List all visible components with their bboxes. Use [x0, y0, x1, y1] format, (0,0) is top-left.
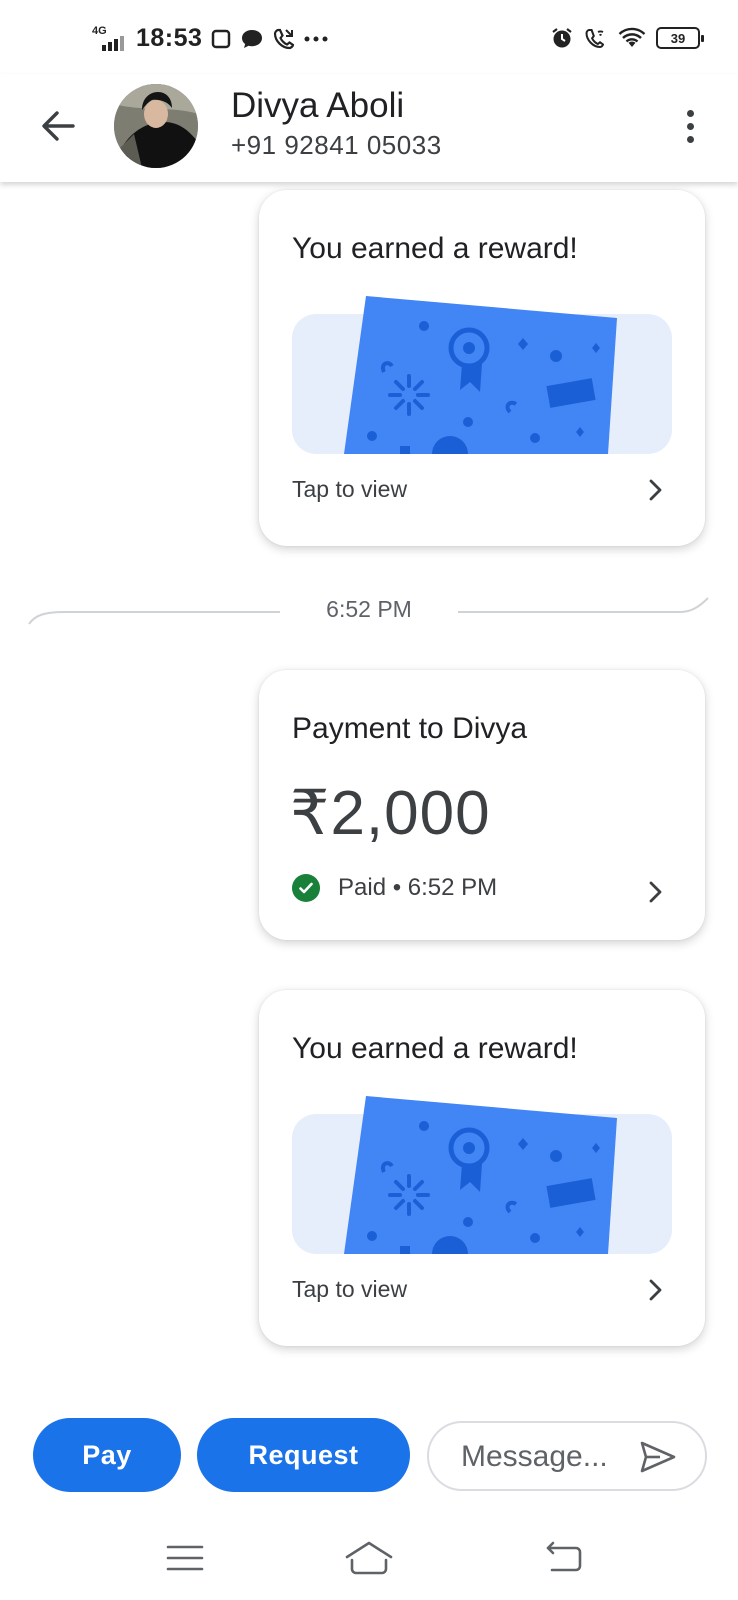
- payment-status-row: Paid • 6:52 PM: [292, 874, 497, 902]
- recents-button[interactable]: [157, 1534, 213, 1582]
- chevron-right-icon: [649, 1279, 662, 1301]
- time-divider: 6:52 PM: [0, 580, 738, 640]
- payment-amount: ₹2,000: [290, 779, 491, 848]
- payment-title: Payment to Divya: [292, 712, 528, 745]
- payment-status: Paid • 6:52 PM: [338, 874, 498, 901]
- wifi-calling-icon: [585, 29, 605, 49]
- pay-button[interactable]: Pay: [33, 1418, 181, 1492]
- message-placeholder: Message...: [461, 1440, 608, 1473]
- back-button[interactable]: [36, 104, 80, 148]
- payment-card[interactable]: Payment to Divya ₹2,000 Paid • 6:52 PM: [259, 670, 705, 940]
- send-icon[interactable]: [639, 1439, 677, 1475]
- contact-phone: +91 92841 05033: [231, 130, 442, 160]
- request-button[interactable]: Request: [197, 1418, 410, 1492]
- alarm-icon: [552, 28, 572, 48]
- chevron-right-icon: [649, 479, 662, 501]
- back-nav-button[interactable]: [536, 1534, 592, 1582]
- divider-time: 6:52 PM: [326, 596, 412, 622]
- more-notifications-icon: [304, 36, 328, 41]
- chevron-right-icon: [649, 881, 662, 903]
- reward-title: You earned a reward!: [292, 1032, 578, 1065]
- menu-icon: [166, 1545, 204, 1571]
- reward-card[interactable]: You earned a reward! Tap to view: [259, 190, 705, 546]
- status-time: 18:53: [136, 24, 203, 52]
- avatar-photo: [114, 84, 198, 168]
- home-icon: [345, 1541, 393, 1575]
- status-bar-left: 4G 18:53: [92, 24, 328, 53]
- arrow-left-icon: [42, 111, 75, 141]
- status-bar: 4G 18:53 39: [0, 0, 738, 74]
- cellular-signal-icon: 4G: [92, 25, 128, 53]
- back-icon: [546, 1541, 582, 1572]
- screenshot-icon: [212, 29, 231, 48]
- more-vert-icon: [686, 109, 694, 117]
- battery-icon: 39: [656, 27, 704, 49]
- battery-level: 39: [670, 30, 686, 46]
- missed-call-icon: [274, 28, 295, 49]
- contact-avatar[interactable]: [114, 84, 198, 168]
- reward-title: You earned a reward!: [292, 232, 578, 265]
- contact-name: Divya Aboli: [231, 86, 405, 125]
- chat-bubble-icon: [242, 29, 263, 48]
- message-input[interactable]: Message...: [427, 1421, 707, 1491]
- more-options-button[interactable]: [668, 102, 712, 150]
- chat-screen: 4G 18:53 39 Divya Aboli +91 92841 05033 …: [0, 0, 738, 1600]
- system-nav-bar: [0, 1520, 738, 1600]
- wifi-icon: [618, 27, 646, 47]
- conversation-header: Divya Aboli +91 92841 05033: [0, 74, 738, 182]
- reward-card[interactable]: You earned a reward! Tap to view: [259, 990, 705, 1346]
- status-bar-right: 39: [550, 26, 704, 50]
- tap-to-view-label: Tap to view: [292, 1276, 408, 1302]
- tap-to-view-label: Tap to view: [292, 476, 408, 502]
- scratch-card-image: [292, 1096, 672, 1266]
- home-button[interactable]: [341, 1534, 397, 1582]
- check-circle-icon: [292, 874, 320, 902]
- scratch-card-image: [292, 296, 672, 466]
